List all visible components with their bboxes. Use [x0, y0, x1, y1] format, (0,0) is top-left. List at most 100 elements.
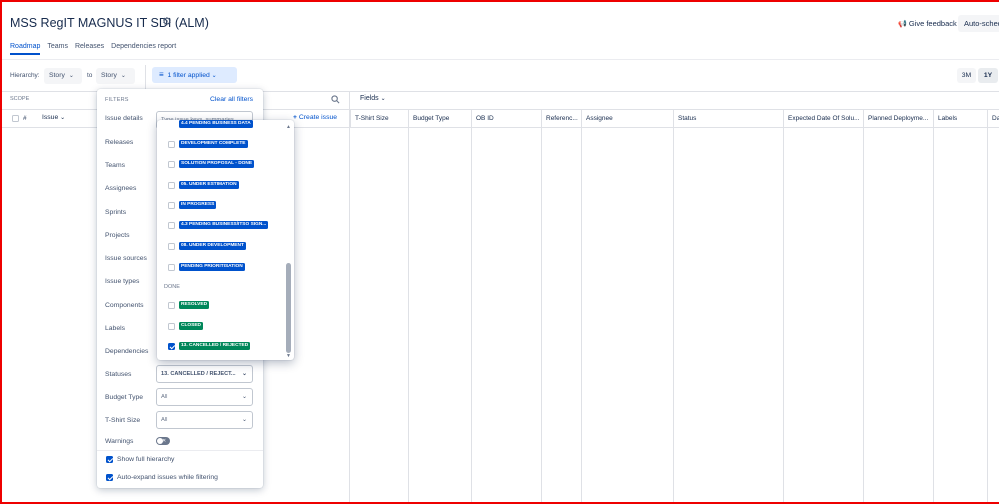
column-header-date[interactable]: Da: [987, 110, 999, 127]
column-header-expected-date[interactable]: Expected Date Of Solu...: [783, 110, 863, 127]
status-option[interactable]: SOLUTION PROPOSAL - DONE: [179, 160, 255, 168]
hierarchy-to-select[interactable]: Story ⌄: [96, 68, 135, 84]
column-header-assignee[interactable]: Assignee: [581, 110, 673, 127]
hierarchy-from-value: Story: [49, 72, 65, 79]
tab-teams[interactable]: Teams: [47, 43, 68, 55]
tabs-divider: [0, 59, 999, 60]
status-option[interactable]: PENDING PRIORITISATION: [179, 263, 245, 271]
column-header-tshirt-size[interactable]: T-Shirt Size: [350, 110, 408, 127]
select-all-checkbox[interactable]: [12, 115, 19, 122]
status-option[interactable]: 4.3 PENDING BUSINESS/ITSO SIGN...: [179, 221, 269, 229]
toolbar-divider: [145, 65, 146, 89]
chevron-down-icon: ⌄: [241, 371, 247, 377]
chevron-down-icon: ⌄: [241, 394, 247, 400]
tab-dependencies-report[interactable]: Dependencies report: [111, 43, 176, 55]
tshirt-size-value: All: [161, 417, 168, 423]
column-header-reference[interactable]: Referenc...: [541, 110, 581, 127]
status-option-checkbox[interactable]: [168, 141, 175, 148]
dropdown-scrollbar[interactable]: ▲ ▼: [285, 124, 292, 359]
status-option[interactable]: CLOSED: [179, 322, 203, 330]
hierarchy-from-select[interactable]: Story ⌄: [44, 68, 82, 84]
filter-label-dependencies: Dependencies: [105, 348, 149, 355]
hierarchy-to-value: Story: [101, 72, 117, 79]
to-label: to: [87, 72, 93, 79]
status-option-partial[interactable]: 4.4 PENDING BUSINESS DATA: [179, 120, 253, 128]
status-option-checkbox[interactable]: [168, 323, 175, 330]
filter-applied-button[interactable]: ≡ 1 filter applied ⌄: [152, 67, 237, 83]
auto-expand-checkbox[interactable]: [106, 474, 113, 481]
filter-icon: ≡: [159, 70, 164, 79]
filter-label-teams: Teams: [105, 162, 126, 169]
create-issue-label: Create issue: [298, 114, 338, 121]
status-option-checkbox-checked[interactable]: [168, 343, 175, 350]
zoom-3m-button[interactable]: 3M: [957, 68, 976, 83]
status-option-checkbox[interactable]: [168, 222, 175, 229]
grid-column-line: [408, 127, 409, 504]
status-option-checkbox[interactable]: [168, 243, 175, 250]
column-header-budget-type[interactable]: Budget Type: [408, 110, 471, 127]
status-option[interactable]: DEVELOPMENT COMPLETE: [179, 140, 248, 148]
tab-roadmap[interactable]: Roadmap: [10, 43, 41, 55]
grid-column-line: [471, 127, 472, 504]
panel-divider: [97, 450, 263, 451]
statuses-select[interactable]: 13. CANCELLED / REJECT... ⌄: [156, 365, 253, 383]
view-tabs: Roadmap Teams Releases Dependencies repo…: [10, 43, 176, 55]
search-icon[interactable]: [331, 95, 340, 104]
hash-column: #: [23, 115, 27, 122]
gear-icon[interactable]: ⚙: [162, 16, 174, 28]
filter-label-issue-types: Issue types: [105, 278, 140, 285]
grid-column-line: [581, 127, 582, 504]
tshirt-size-select[interactable]: All ⌄: [156, 411, 253, 429]
clear-all-filters-link[interactable]: Clear all filters: [210, 96, 253, 103]
give-feedback-button[interactable]: 📢 Give feedback: [898, 19, 957, 28]
status-option-checkbox[interactable]: [168, 161, 175, 168]
grid-column-line: [863, 127, 864, 504]
status-option-checkbox[interactable]: [168, 182, 175, 189]
status-option-checkbox[interactable]: [168, 202, 175, 209]
column-header-planned-deployment[interactable]: Planned Deployme...: [863, 110, 933, 127]
zoom-1y-button[interactable]: 1Y: [978, 68, 998, 83]
create-issue-button[interactable]: + Create issue: [293, 114, 337, 121]
megaphone-icon: 📢: [898, 21, 907, 28]
give-feedback-label: Give feedback: [908, 19, 957, 28]
chevron-down-icon: ⌄: [380, 96, 386, 102]
status-option[interactable]: IN PROGRESS: [179, 201, 217, 209]
chevron-down-icon: ⌄: [211, 73, 217, 79]
warnings-label: Warnings: [105, 438, 134, 445]
chevron-down-icon: ⌄: [68, 73, 74, 79]
page-title: MSS RegIT MAGNUS IT SDI (ALM): [10, 16, 209, 30]
plus-icon: +: [293, 114, 297, 121]
auto-expand-label: Auto-expand issues while filtering: [117, 474, 218, 481]
status-option-selected[interactable]: 13. CANCELLED / REJECTED: [179, 342, 251, 350]
scroll-up-icon[interactable]: ▲: [286, 124, 291, 130]
tab-releases[interactable]: Releases: [75, 43, 104, 55]
budget-type-label: Budget Type: [105, 394, 144, 401]
budget-type-value: All: [161, 394, 168, 400]
grid-column-line: [987, 127, 988, 504]
status-option[interactable]: 05. UNDER ESTIMATION: [179, 181, 239, 189]
column-header-ob-id[interactable]: OB ID: [471, 110, 541, 127]
filter-label-issue-sources: Issue sources: [105, 255, 147, 262]
column-header-status[interactable]: Status: [673, 110, 783, 127]
grid-column-line: [673, 127, 674, 504]
status-option[interactable]: 08. UNDER DEVELOPMENT: [179, 242, 246, 250]
statuses-dropdown-menu: 4.4 PENDING BUSINESS DATA DEVELOPMENT CO…: [157, 120, 294, 360]
scope-divider: [349, 91, 350, 504]
grid-column-line: [783, 127, 784, 504]
budget-type-select[interactable]: All ⌄: [156, 388, 253, 406]
status-option-checkbox[interactable]: [168, 264, 175, 271]
tshirt-size-label: T-Shirt Size: [105, 417, 141, 424]
filter-label-components: Components: [105, 302, 144, 309]
auto-schedule-button[interactable]: Auto-sched: [958, 15, 999, 32]
column-header-labels[interactable]: Labels: [933, 110, 987, 127]
fields-button[interactable]: Fields ⌄: [360, 95, 386, 102]
status-option[interactable]: RESOLVED: [179, 301, 210, 309]
status-option-checkbox[interactable]: [168, 302, 175, 309]
scrollbar-thumb[interactable]: [286, 263, 291, 353]
scroll-down-icon[interactable]: ▼: [286, 353, 291, 359]
chevron-down-icon: ⌄: [120, 73, 126, 79]
show-full-hierarchy-checkbox[interactable]: [106, 456, 113, 463]
chevron-down-icon: ⌄: [241, 417, 247, 423]
issue-column-header[interactable]: Issue ⌄: [42, 114, 65, 121]
filter-label-labels: Labels: [105, 325, 126, 332]
